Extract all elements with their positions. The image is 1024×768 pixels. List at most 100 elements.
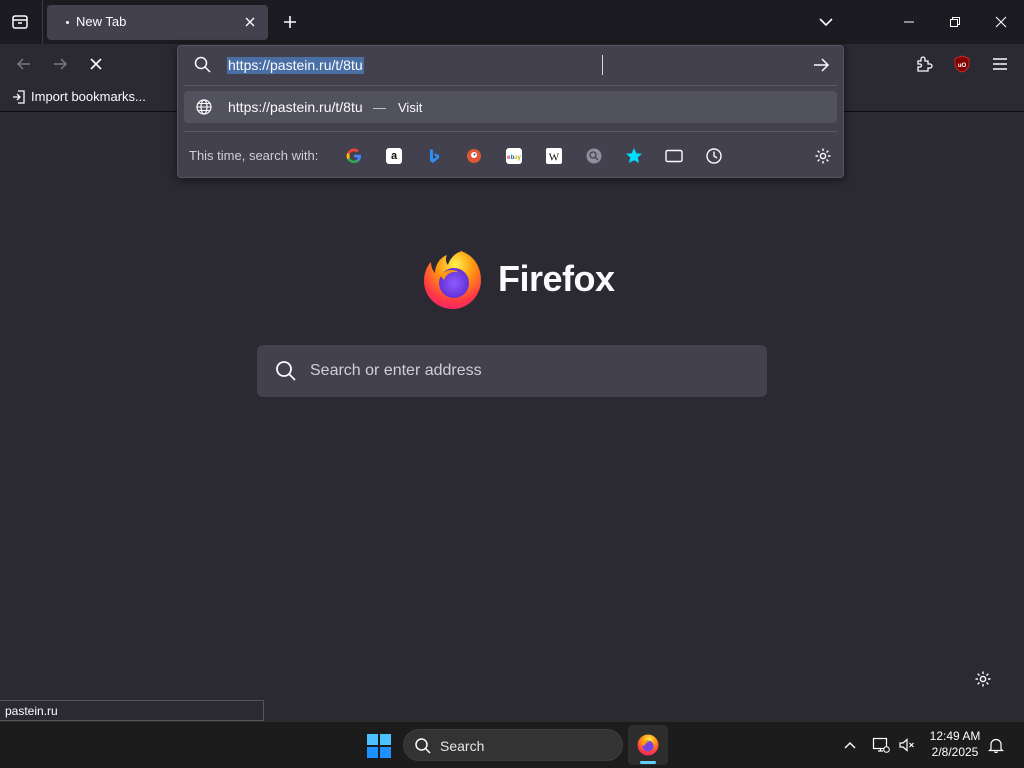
search-icon <box>194 56 211 73</box>
globe-icon <box>196 99 212 115</box>
ebay-icon: ebay <box>506 148 522 164</box>
network-button[interactable] <box>870 734 892 756</box>
taskbar-firefox-button[interactable] <box>628 725 668 765</box>
content-search-placeholder: Search or enter address <box>310 362 482 379</box>
minimize-icon <box>904 21 914 23</box>
duckduckgo-icon <box>467 149 481 163</box>
tab-title: New Tab <box>76 14 127 29</box>
stop-icon <box>90 58 102 70</box>
urlbar-input[interactable]: https://pastein.ru/t/8tu <box>227 57 364 74</box>
status-text: pastein.ru <box>5 704 58 718</box>
hamburger-menu-icon <box>993 58 1007 70</box>
suggestion-separator: — <box>373 100 386 115</box>
go-arrow-icon[interactable] <box>812 56 830 74</box>
puzzle-icon <box>917 56 933 72</box>
urlbar-input-row[interactable]: https://pastein.ru/t/8tu <box>178 46 843 84</box>
tab-new-tab[interactable]: New Tab <box>47 5 268 40</box>
urlbar-panel: https://pastein.ru/t/8tu https://pastein… <box>177 45 844 178</box>
bing-icon <box>430 149 439 163</box>
gear-icon <box>975 671 991 687</box>
engine-search-button[interactable] <box>582 144 606 168</box>
gear-icon <box>815 148 831 164</box>
window-close-button[interactable] <box>978 0 1024 44</box>
plus-icon <box>284 16 296 28</box>
engines-divider <box>184 131 837 132</box>
content-search-box[interactable]: Search or enter address <box>257 345 767 397</box>
engine-amazon-button[interactable]: a <box>382 144 406 168</box>
chevron-up-icon <box>844 742 856 749</box>
engine-ebay-button[interactable]: ebay <box>502 144 526 168</box>
suggestion-url: https://pastein.ru/t/8tu <box>228 99 363 115</box>
app-menu-button[interactable] <box>986 50 1014 78</box>
volume-button[interactable] <box>896 734 918 756</box>
arrow-right-icon <box>54 58 68 70</box>
show-hidden-icons-button[interactable] <box>839 734 861 756</box>
search-settings-button[interactable] <box>811 144 835 168</box>
windows-taskbar: Search 12:49 AM 2/8/2025 <box>0 721 1024 768</box>
taskbar-clock[interactable]: 12:49 AM 2/8/2025 <box>925 728 985 760</box>
wikipedia-icon: W <box>546 148 562 164</box>
loading-dot-icon <box>66 21 69 24</box>
running-indicator <box>640 761 656 764</box>
import-bookmarks-button[interactable]: Import bookmarks... <box>12 89 146 104</box>
network-icon <box>872 737 890 753</box>
extensions-button[interactable] <box>910 50 938 78</box>
notifications-button[interactable] <box>985 734 1007 756</box>
engine-wikipedia-button[interactable]: W <box>542 144 566 168</box>
firefox-wordmark: Firefox <box>498 258 615 299</box>
engine-tabs-button[interactable] <box>662 144 686 168</box>
restore-button[interactable] <box>932 0 978 44</box>
engine-google-button[interactable] <box>342 144 366 168</box>
tab-separator <box>42 0 43 44</box>
windows-logo-icon <box>367 734 391 758</box>
import-icon <box>13 89 25 104</box>
forward-button[interactable] <box>46 50 74 78</box>
search-icon <box>415 738 431 754</box>
arrow-left-icon <box>16 58 30 70</box>
new-tab-button[interactable] <box>278 10 302 34</box>
ublock-shield-icon: uO <box>954 55 970 73</box>
close-icon <box>995 16 1007 28</box>
svg-text:uO: uO <box>958 63 967 69</box>
urlbar-divider <box>184 85 837 86</box>
taskbar-search-box[interactable]: Search <box>403 729 623 761</box>
close-icon <box>245 17 255 27</box>
clock-time: 12:49 AM <box>929 729 981 743</box>
svg-text:W: W <box>549 152 560 164</box>
clock-date: 2/8/2025 <box>931 745 979 759</box>
firefox-icon <box>637 734 659 756</box>
google-icon <box>346 148 361 163</box>
text-cursor-icon <box>602 55 603 75</box>
chevron-down-icon <box>819 18 833 27</box>
tab-strip: New Tab <box>0 0 1024 44</box>
minimize-button[interactable] <box>886 0 932 44</box>
search-engine-icon <box>586 148 602 164</box>
firefox-view-icon <box>12 15 28 29</box>
suggestion-action: Visit <box>398 100 423 115</box>
history-icon <box>706 148 722 164</box>
url-suggestion-row[interactable]: https://pastein.ru/t/8tu — Visit <box>184 91 837 123</box>
engine-bookmarks-button[interactable] <box>622 144 646 168</box>
status-panel: pastein.ru <box>0 700 264 721</box>
list-all-tabs-button[interactable] <box>814 10 838 34</box>
ublock-origin-button[interactable]: uO <box>948 50 976 78</box>
taskbar-search-label: Search <box>440 738 485 754</box>
restore-icon <box>950 17 960 27</box>
back-button[interactable] <box>10 50 38 78</box>
start-button[interactable] <box>366 733 392 759</box>
engine-bing-button[interactable] <box>422 144 446 168</box>
amazon-icon: a <box>386 148 402 164</box>
import-bookmarks-label: Import bookmarks... <box>31 89 146 104</box>
engine-duckduckgo-button[interactable] <box>462 144 486 168</box>
bookmarks-star-icon <box>626 148 642 163</box>
tab-close-button[interactable] <box>241 13 259 31</box>
speaker-muted-icon <box>899 738 914 752</box>
search-icon <box>276 361 296 381</box>
personalize-button[interactable] <box>972 668 994 690</box>
firefox-view-button[interactable] <box>6 8 34 36</box>
firefox-logo: Firefox <box>420 246 620 316</box>
one-off-search-label: This time, search with: <box>189 148 319 163</box>
engine-history-button[interactable] <box>702 144 726 168</box>
stop-button[interactable] <box>82 50 110 78</box>
firefox-logo-icon <box>424 250 481 309</box>
